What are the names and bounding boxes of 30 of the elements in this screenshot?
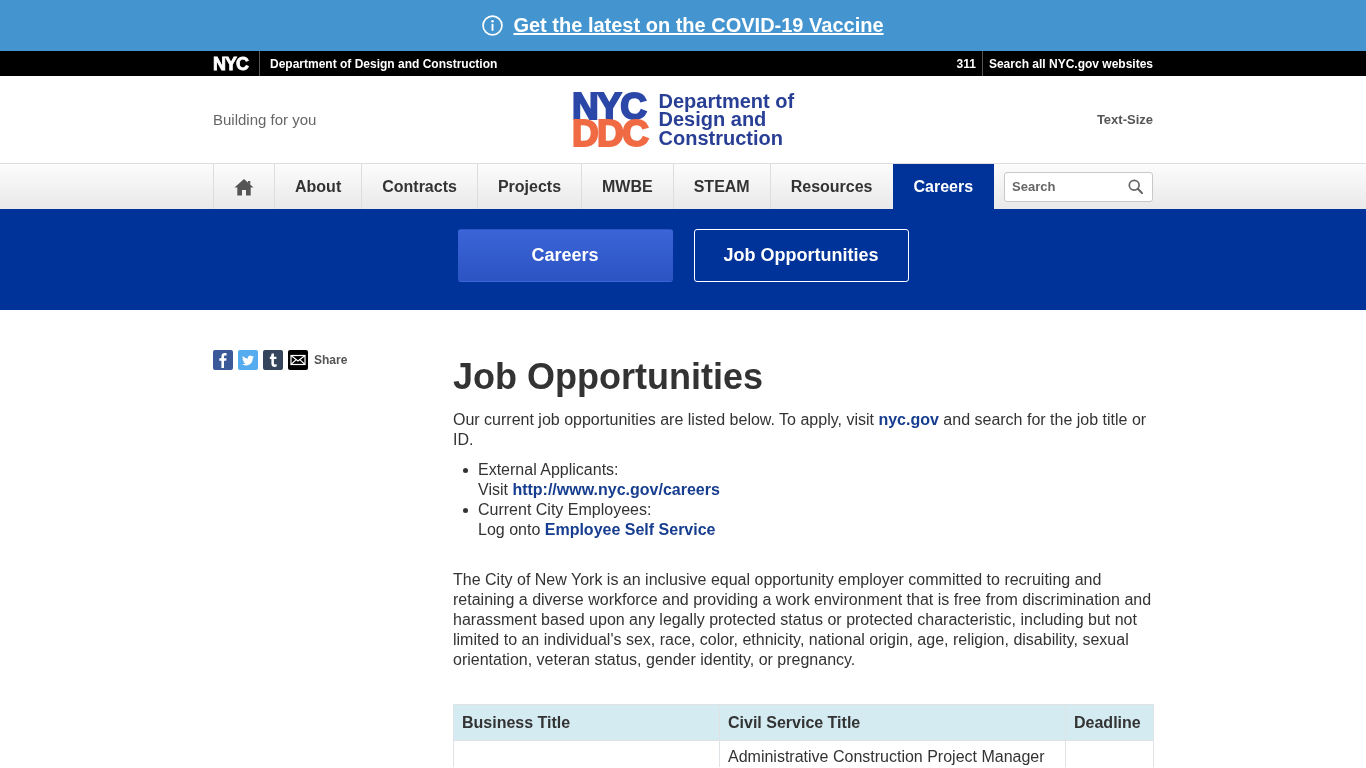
agency-name[interactable]: Department of Design and Construction [270,56,498,71]
inline-link[interactable]: Employee Self Service [544,521,716,538]
email-icon[interactable] [288,350,308,370]
column-header: Deadline [1065,704,1154,741]
subnav-button[interactable]: Job Opportunities [693,229,909,282]
text-size-button[interactable]: Text-Size [1096,112,1153,127]
share-label: Share [314,353,348,367]
subnav-button[interactable]: Careers [457,229,673,282]
list-item-text: External Applicants: Visit http://www.nyc.gov/careers [478,460,720,500]
nyc-logo[interactable]: NYC [213,54,248,73]
tagline: Building for you [213,111,317,128]
column-header: Civil Service Title [719,704,1066,741]
intro-text: Our current job opportunities are listed below. To apply, visit nyc.gov and search for the job title or ID. [453,410,1148,450]
facebook-icon[interactable] [213,350,233,370]
search-icon[interactable] [1128,178,1143,194]
bullet-icon [463,508,468,513]
eeo-statement: The City of New York is an inclusive equal opportunity employer committed to recruiting and retaining a diverse workforce and providing a work environment that is free from discrimination and harassment based upon any legally protected status or protected characteristic, including but not limited to an individual's sex, race, color, ethnicity, national origin, age, religion, disability, sexual orientation, veteran status, gender identity, or pregnancy. [453,570,1153,670]
inline-link[interactable]: nyc.gov [878,411,939,428]
list-item-text: Current City Employees: Log onto Employee Self Service [478,500,716,540]
tumblr-icon[interactable] [263,350,283,370]
page-title: Job Opportunities [453,357,764,397]
home-icon [234,177,254,196]
phone-link[interactable]: 311 [956,56,976,71]
bullet-icon [463,468,468,473]
nav-item[interactable]: Careers [892,164,995,209]
column-header: Business Title [453,704,720,741]
info-icon [482,15,504,36]
search-field[interactable]: Search [1004,171,1153,202]
inline-link[interactable]: http://www.nyc.gov/careers [512,481,720,498]
search-all-link[interactable]: Search all NYC.gov websites [988,56,1153,71]
